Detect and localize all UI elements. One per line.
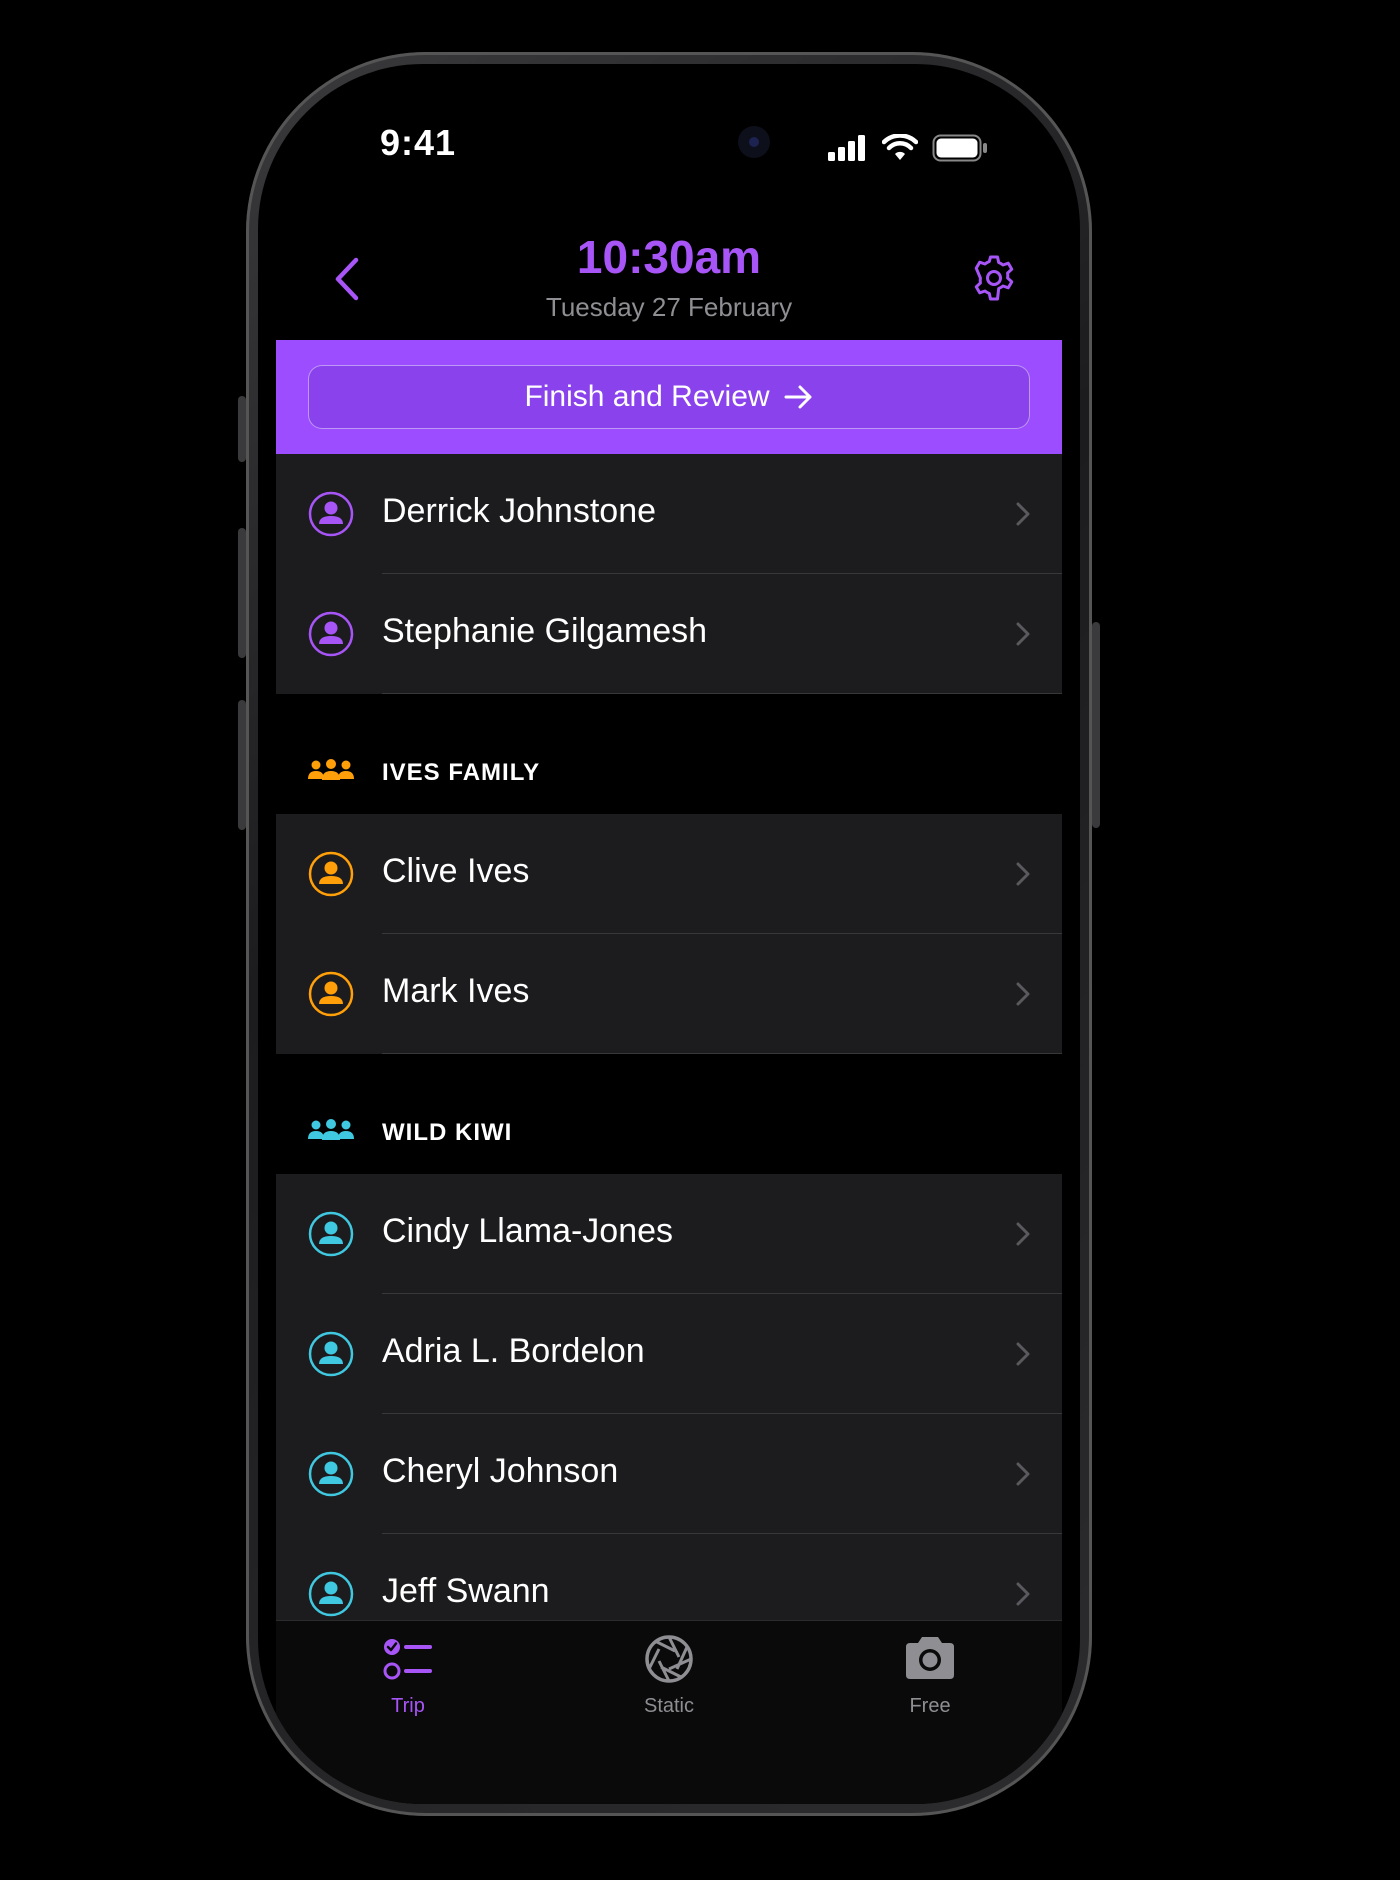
person-icon [308, 1211, 354, 1257]
person-row[interactable]: Cindy Llama-Jones [276, 1174, 1062, 1294]
person-icon [308, 971, 354, 1017]
tab-trip[interactable]: Trip [308, 1631, 508, 1718]
person-icon [308, 491, 354, 537]
person-row[interactable]: Stephanie Gilgamesh [276, 574, 1062, 694]
person-name: Adria L. Bordelon [382, 1332, 645, 1370]
arrow-right-icon [784, 385, 812, 409]
chevron-right-icon [1016, 1582, 1030, 1606]
group-icon [308, 1119, 354, 1140]
group-icon [308, 759, 354, 780]
tab-static[interactable]: Static [569, 1631, 769, 1718]
nav-subtitle: Tuesday 27 February [545, 292, 793, 322]
person-name: Jeff Swann [382, 1572, 550, 1610]
people-list: Derrick Johnstone Stephanie Gilgamesh IVES… [276, 454, 1062, 1654]
side-button-volume-up [238, 528, 246, 658]
tab-bar: Trip Static Free [276, 1620, 1062, 1804]
person-row[interactable]: Cheryl Johnson [276, 1414, 1062, 1534]
person-icon [308, 1571, 354, 1617]
tab-static-label: Static [643, 1695, 695, 1717]
nav-title: 10:30am [576, 231, 762, 283]
person-icon [308, 1451, 354, 1497]
front-camera [738, 126, 770, 158]
group-members: Derrick Johnstone Stephanie Gilgamesh [276, 454, 1062, 694]
tab-trip-label: Trip [391, 1695, 425, 1717]
person-icon [308, 1331, 354, 1377]
cellular-signal-icon [828, 135, 865, 161]
battery-icon [932, 134, 987, 162]
finish-and-review-button[interactable]: Finish and Review [308, 365, 1030, 429]
side-button-action [238, 396, 246, 462]
person-name: Clive Ives [382, 852, 530, 890]
person-name: Derrick Johnstone [382, 492, 657, 530]
person-name: Mark Ives [382, 972, 530, 1010]
person-row[interactable]: Clive Ives [276, 814, 1062, 934]
status-time: 9:41 [380, 122, 457, 163]
settings-gear-icon[interactable] [970, 254, 1018, 302]
group-header: IVES FAMILY [276, 694, 1062, 814]
group-title: IVES FAMILY [382, 759, 541, 786]
chevron-right-icon [1016, 622, 1030, 646]
person-name: Cheryl Johnson [382, 1452, 619, 1490]
status-bar: 9:41 [258, 64, 1080, 224]
side-button-volume-down [238, 700, 246, 830]
chevron-right-icon [1016, 1342, 1030, 1366]
person-icon [308, 851, 354, 897]
status-icons [828, 134, 988, 162]
person-name: Stephanie Gilgamesh [382, 612, 708, 650]
finish-and-review-label: Finish and Review [524, 380, 770, 413]
screen: 9:41 10:30am Tuesday 27 February Finish … [258, 64, 1080, 1804]
group-members: Clive Ives Mark Ives [276, 814, 1062, 1054]
side-button-power [1092, 622, 1100, 828]
group-members: Cindy Llama-Jones Adria L. Bordelon Cheryl… [276, 1174, 1062, 1654]
wifi-icon [882, 134, 918, 160]
group-header: WILD KIWI [276, 1054, 1062, 1174]
tab-free-label: Free [909, 1695, 951, 1717]
person-row[interactable]: Mark Ives [276, 934, 1062, 1054]
chevron-right-icon [1016, 1462, 1030, 1486]
group-title: WILD KIWI [382, 1119, 513, 1146]
chevron-right-icon [1016, 982, 1030, 1006]
chevron-right-icon [1016, 862, 1030, 886]
aperture-icon [645, 1635, 693, 1683]
person-name: Cindy Llama-Jones [382, 1212, 674, 1250]
person-row[interactable]: Adria L. Bordelon [276, 1294, 1062, 1414]
finish-banner: Finish and Review [276, 340, 1062, 454]
checklist-icon [383, 1639, 432, 1680]
person-icon [308, 611, 354, 657]
person-row[interactable]: Derrick Johnstone [276, 454, 1062, 574]
camera-icon [906, 1637, 954, 1679]
chevron-right-icon [1016, 1222, 1030, 1246]
tab-free[interactable]: Free [830, 1631, 1030, 1718]
chevron-right-icon [1016, 502, 1030, 526]
